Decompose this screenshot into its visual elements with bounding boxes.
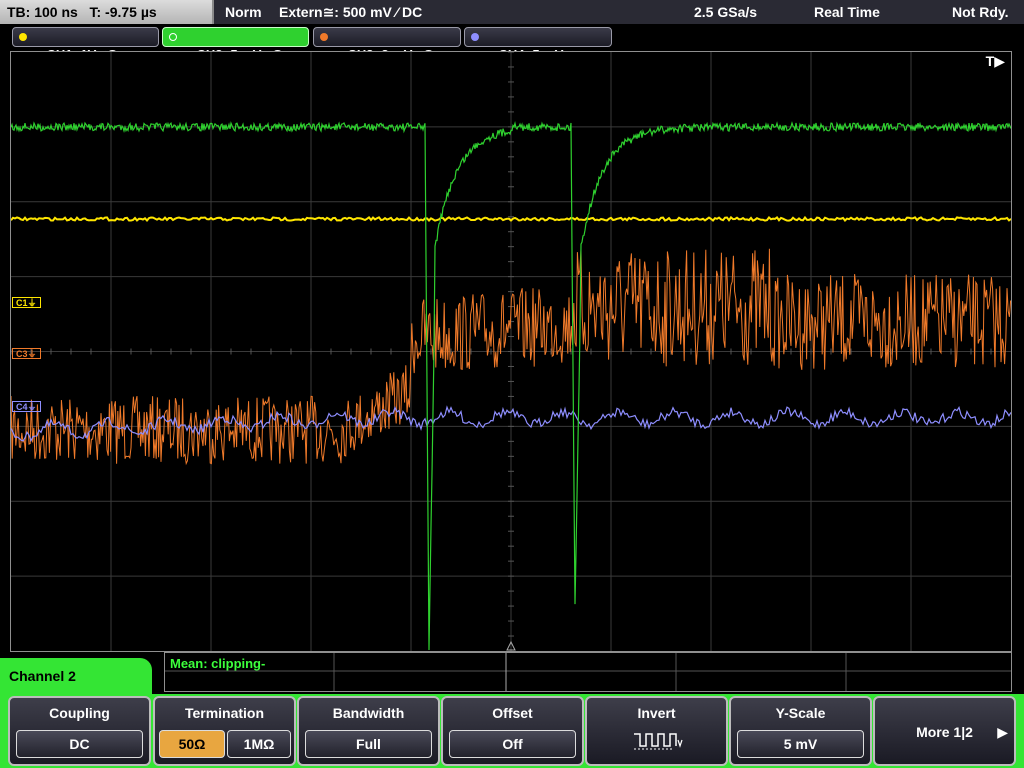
termination-1m-ohm-option[interactable]: 1MΩ <box>227 730 291 758</box>
tab-ch1[interactable]: CH1: 1V≅Ω <box>12 27 159 62</box>
timebase-value: TB: 100 ns <box>7 4 78 20</box>
bandwidth-value[interactable]: Full <box>305 730 432 758</box>
acquisition-mode: Real Time <box>814 4 880 20</box>
trigger-status: Not Rdy. <box>952 4 1009 20</box>
offset-value[interactable]: Off <box>449 730 576 758</box>
ch3-offset-marker[interactable]: C3⏚ <box>12 348 41 359</box>
right-arrow-icon: ▶ <box>997 724 1008 740</box>
y-scale-label: Y-Scale <box>775 705 826 721</box>
ch1-color-dot-icon <box>19 33 27 41</box>
channel-tab-bar: CH1: 1V≅Ω CH2: 5 mV≅Ω CH3: 2 mV≅Ω CH4: 5… <box>0 25 1024 62</box>
ch4-offset-marker[interactable]: C4⏚ <box>12 401 41 412</box>
trigger-source[interactable]: Extern≅: 500 mV ⁄ DC <box>279 0 422 24</box>
y-scale-softkey[interactable]: Y-Scale 5 mV <box>729 696 872 766</box>
measurement-grid <box>165 653 1011 691</box>
offset-softkey[interactable]: Offset Off <box>441 696 584 766</box>
tab-ch4[interactable]: CH4: 5 mV≅ <box>464 27 612 62</box>
measurement-readout: Mean: clipping- <box>170 656 266 671</box>
tab-ch3[interactable]: CH3: 2 mV≅Ω <box>313 27 461 62</box>
invert-label: Invert <box>637 705 676 721</box>
ch3-color-dot-icon <box>320 33 328 41</box>
offset-label: Offset <box>492 705 533 721</box>
bandwidth-label: Bandwidth <box>332 705 405 721</box>
graticule-grid <box>11 52 1011 651</box>
status-bar: TB: 100 ns T: -9.75 µs Norm Extern≅: 500… <box>0 0 1024 24</box>
ch1-offset-marker[interactable]: C1⏚ <box>12 297 41 308</box>
more-label: More 1|2 <box>916 724 973 740</box>
sample-rate: 2.5 GSa/s <box>694 4 758 20</box>
bandwidth-softkey[interactable]: Bandwidth Full <box>297 696 440 766</box>
timebase-box[interactable]: TB: 100 ns T: -9.75 µs <box>0 0 214 24</box>
trigger-time-value: T: -9.75 µs <box>89 4 157 20</box>
ch2-color-dot-icon <box>169 33 177 41</box>
coupling-value[interactable]: DC <box>16 730 143 758</box>
trigger-level-marker-icon: T▶ <box>985 53 1005 69</box>
measurement-panel: Mean: clipping- <box>164 652 1012 692</box>
y-scale-value[interactable]: 5 mV <box>737 730 864 758</box>
inverted-square-wave-icon <box>634 733 683 750</box>
coupling-softkey[interactable]: Coupling DC <box>8 696 151 766</box>
tab-ch2[interactable]: CH2: 5 mV≅Ω <box>162 27 309 62</box>
waveform-canvas <box>11 52 1011 651</box>
ch4-color-dot-icon <box>471 33 479 41</box>
coupling-label: Coupling <box>49 705 110 721</box>
termination-50-ohm-option[interactable]: 50Ω <box>159 730 225 758</box>
termination-softkey[interactable]: Termination 50Ω 1MΩ <box>153 696 296 766</box>
more-softkey[interactable]: More 1|2 ▶ <box>873 696 1016 766</box>
trigger-mode[interactable]: Norm <box>225 0 262 24</box>
invert-softkey[interactable]: Invert <box>585 696 728 766</box>
termination-label: Termination <box>184 705 265 721</box>
waveform-display[interactable]: T▶ C1⏚ C3⏚ C4⏚ <box>10 51 1012 652</box>
